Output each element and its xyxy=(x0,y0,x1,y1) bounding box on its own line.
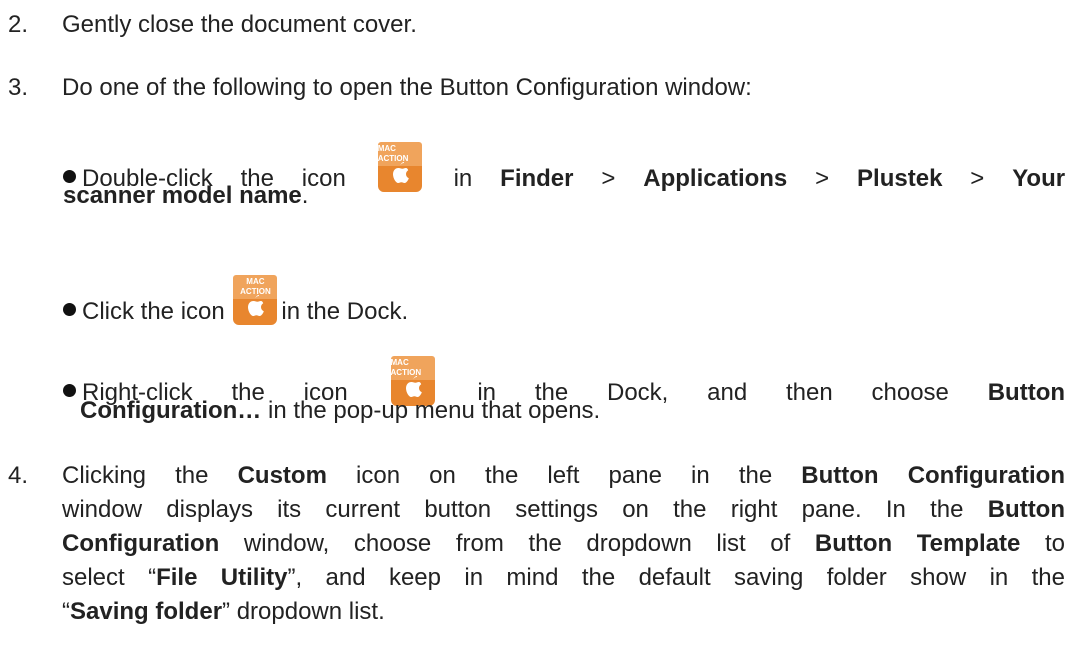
menu-path-applications: Applications xyxy=(643,165,788,192)
step-number: 4. xyxy=(8,462,29,489)
bullet-item-2: Click the icon MAC ACTION in the Dock. xyxy=(63,275,408,329)
step-number: 3. xyxy=(8,74,29,101)
menu-item-button: Button xyxy=(987,379,1066,406)
path-separator: > xyxy=(815,165,830,192)
step-4-line-2: window displays its current button setti… xyxy=(62,496,1065,523)
bullet-text: Click the icon xyxy=(82,298,225,325)
custom-label: Custom xyxy=(237,462,327,489)
step-4-line-5: “Saving folder” dropdown list. xyxy=(62,598,385,625)
bullet-icon xyxy=(63,303,76,316)
bullet-icon xyxy=(63,384,76,397)
step-text: Gently close the document cover. xyxy=(62,11,417,38)
step-text: Do one of the following to open the Butt… xyxy=(62,74,752,101)
bullet-text: in xyxy=(453,165,473,192)
button-configuration-label: Button Configuration xyxy=(801,462,1065,489)
menu-item-configuration: Configuration… xyxy=(80,397,262,424)
step-4-line-3: Configuration window, choose from the dr… xyxy=(62,530,1065,557)
path-separator: > xyxy=(970,165,985,192)
button-template-label: Button Template xyxy=(814,530,1021,557)
menu-path-your: Your xyxy=(1012,165,1066,192)
step-number: 2. xyxy=(8,11,29,38)
menu-path-plustek: Plustek xyxy=(857,165,943,192)
bullet-text: in the pop-up menu that opens. xyxy=(261,397,601,424)
menu-path-model: scanner model name xyxy=(63,182,302,209)
bullet-item-1-cont: scanner model name. xyxy=(63,179,308,213)
saving-folder-label: Saving folder xyxy=(70,598,223,625)
path-separator: > xyxy=(601,165,616,192)
mac-action-icon: MAC ACTION xyxy=(377,142,422,192)
step-4-line-4: select “File Utility”, and keep in mind … xyxy=(62,564,1066,591)
period: . xyxy=(301,182,309,209)
bullet-item-3-cont: Configuration… in the pop-up menu that o… xyxy=(80,394,600,428)
file-utility-label: File Utility xyxy=(156,564,288,591)
mac-action-icon: MAC ACTION xyxy=(233,275,278,325)
menu-path-finder: Finder xyxy=(500,165,574,192)
bullet-text: in the Dock. xyxy=(281,298,409,325)
step-4-line-1: Clicking the Custom icon on the left pan… xyxy=(62,462,1065,489)
